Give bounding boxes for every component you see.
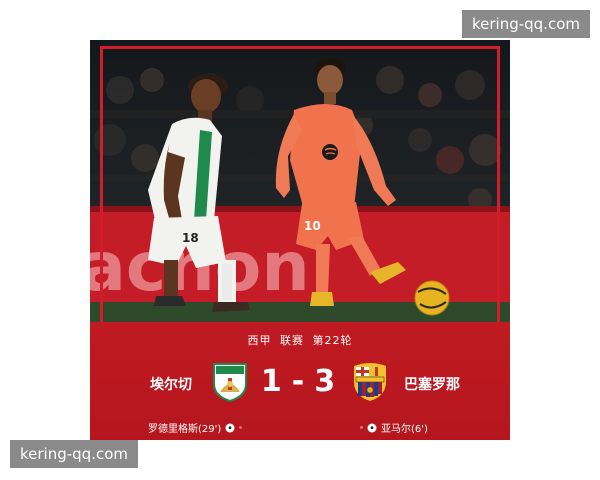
goal-ball-icon [225,423,235,432]
goal-ball-icon [367,423,377,432]
match-info-panel: 西甲 联赛 第22轮 埃尔切 1-3 巴塞罗那 罗德里格斯(29') 亚马尔(6… [90,322,510,440]
home-team-name: 埃尔切 [150,377,192,393]
svg-text:18: 18 [182,231,199,245]
home-scorer-name: 罗德里格斯(29') [148,424,222,435]
away-scorer-row: 亚马尔(6') [360,420,428,435]
svg-text:10: 10 [304,219,321,233]
away-team-name: 巴塞罗那 [404,377,460,393]
football [414,280,450,316]
frame-top [100,46,500,49]
competition-label: 西甲 [247,334,272,347]
page: acnon 18 10 西甲 联赛 第22轮 埃尔切 1 - 3 巴塞罗那 罗德… [0,0,600,480]
watermark-bottom: kering-qq.com [10,440,139,468]
stage-type-label: 联赛 [280,334,304,347]
round-label: 第22轮 [312,334,353,347]
separator-dot-icon [239,426,243,429]
away-score: 3 [314,364,340,399]
home-scorer-row: 罗德里格斯(29') [148,420,243,435]
score-separator: - [291,364,309,399]
match-card: acnon 18 10 西甲 联赛 第22轮 埃尔切 1 - 3 巴塞罗那 罗德… [90,40,510,440]
frame-right [497,46,500,322]
barcelona-crest-icon [354,363,386,401]
watermark-top: kering-qq.com [461,10,590,38]
frame-left [100,46,103,322]
elche-crest-icon [213,363,247,402]
final-score: 1-3 [250,364,350,399]
match-photo-illustration: acnon 18 10 [90,58,510,322]
match-round-label: 西甲 联赛 第22轮 [90,332,510,348]
match-photo: acnon 18 10 [90,40,510,322]
away-scorer-name: 亚马尔(6') [381,424,428,435]
home-score: 1 [260,364,286,399]
separator-dot-icon [360,426,363,429]
